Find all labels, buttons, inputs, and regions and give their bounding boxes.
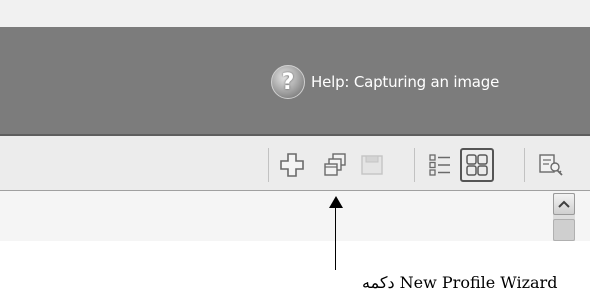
profile-list-pane (0, 191, 590, 241)
new-profile-wizard-button[interactable] (320, 150, 350, 180)
window-top-strip (0, 0, 590, 27)
vertical-scrollbar[interactable] (553, 193, 575, 241)
toolbar-divider (524, 148, 525, 182)
stacked-windows-icon (324, 153, 346, 176)
save-button[interactable] (357, 150, 387, 180)
profile-settings-button[interactable] (536, 150, 566, 180)
thumbnails-view-button[interactable] (460, 148, 494, 182)
help-link-label: Help: Capturing an image (311, 73, 500, 91)
scroll-up-button[interactable] (553, 193, 575, 215)
callout-arrowhead (329, 196, 343, 208)
question-circle-icon[interactable]: ? (271, 65, 305, 99)
help-link[interactable]: ? Help: Capturing an image (271, 64, 499, 100)
list-view-icon (429, 154, 450, 176)
scroll-thumb[interactable] (553, 219, 575, 241)
callout-line (335, 206, 336, 270)
toolbar-divider (414, 148, 415, 182)
profile-key-icon (539, 154, 563, 176)
grid-view-icon (466, 154, 488, 176)
chevron-up-icon (558, 200, 570, 208)
new-profile-button[interactable] (277, 150, 307, 180)
toolbar-divider (268, 148, 269, 182)
details-view-button[interactable] (425, 150, 455, 180)
annotation-caption: دکمه New Profile Wizard (362, 273, 558, 292)
plus-icon (280, 153, 304, 177)
floppy-disk-icon (361, 155, 383, 175)
